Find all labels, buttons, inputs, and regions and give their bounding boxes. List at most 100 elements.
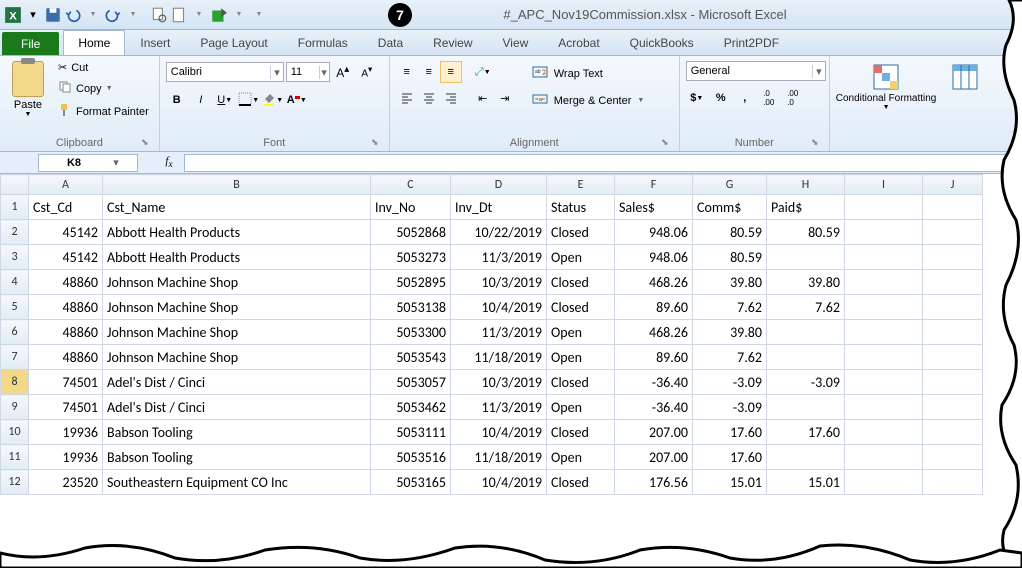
cell[interactable]: 19936 [29,445,103,470]
cell[interactable]: 74501 [29,395,103,420]
new-doc-icon[interactable] [170,6,188,24]
qat-customize-icon[interactable]: ▼ [250,6,268,24]
row-header[interactable]: 2 [1,220,29,245]
grow-font-button[interactable]: A▴ [332,61,354,83]
cell[interactable]: Johnson Machine Shop [103,320,371,345]
tab-insert[interactable]: Insert [125,30,185,55]
cell[interactable]: 5053516 [371,445,451,470]
cell[interactable] [923,470,983,495]
tab-page-layout[interactable]: Page Layout [185,30,282,55]
cell[interactable]: Johnson Machine Shop [103,345,371,370]
print-preview-icon[interactable] [150,6,168,24]
chevron-down-icon[interactable]: ▾ [109,156,123,169]
cell[interactable]: -3.09 [767,370,845,395]
cell[interactable]: Abbott Health Products [103,245,371,270]
cell[interactable]: 5053165 [371,470,451,495]
cell[interactable]: Closed [547,420,615,445]
cell[interactable] [923,320,983,345]
align-right-button[interactable] [440,87,462,109]
decrease-decimal-button[interactable]: .00.0 [782,87,804,109]
chevron-down-icon[interactable]: ▼ [190,6,208,24]
row-header[interactable]: 5 [1,295,29,320]
column-header[interactable]: F [615,175,693,195]
cell[interactable]: 10/3/2019 [451,370,547,395]
cell[interactable]: 23520 [29,470,103,495]
font-size-combo[interactable]: ▾ [286,62,330,82]
cell[interactable]: 17.60 [767,420,845,445]
cell[interactable] [923,445,983,470]
cell[interactable]: Babson Tooling [103,420,371,445]
column-header[interactable]: I [845,175,923,195]
cell[interactable]: 11/18/2019 [451,445,547,470]
fill-color-button[interactable]: ▼ [262,89,284,111]
cell[interactable]: 7.62 [693,345,767,370]
cell[interactable]: Inv_Dt [451,195,547,220]
cell[interactable] [845,220,923,245]
tab-review[interactable]: Review [418,30,487,55]
fx-button[interactable]: fx [158,154,180,172]
cell[interactable] [845,470,923,495]
cell[interactable]: 5053273 [371,245,451,270]
cell[interactable]: Inv_No [371,195,451,220]
cell[interactable] [923,245,983,270]
cell[interactable]: 15.01 [767,470,845,495]
cell[interactable]: 45142 [29,245,103,270]
cell[interactable]: -36.40 [615,370,693,395]
cell[interactable]: 89.60 [615,345,693,370]
cell[interactable]: 11/18/2019 [451,345,547,370]
cell[interactable]: Cst_Name [103,195,371,220]
cell[interactable] [923,220,983,245]
cell[interactable]: Open [547,245,615,270]
cell[interactable] [923,270,983,295]
tab-file[interactable]: File [2,32,59,55]
cell[interactable]: 45142 [29,220,103,245]
cell[interactable]: 17.60 [693,445,767,470]
conditional-formatting-button[interactable]: Conditional Formatting ▼ [836,59,937,151]
save-icon[interactable] [44,6,62,24]
cell[interactable]: -3.09 [693,395,767,420]
cell[interactable]: 39.80 [767,270,845,295]
cell[interactable]: Sales$ [615,195,693,220]
cell[interactable]: 10/3/2019 [451,270,547,295]
cell[interactable] [845,245,923,270]
column-header[interactable]: H [767,175,845,195]
cell[interactable] [845,420,923,445]
cell[interactable]: Johnson Machine Shop [103,295,371,320]
cell[interactable] [923,370,983,395]
chevron-down-icon[interactable]: ▾ [319,66,329,79]
cell[interactable] [767,445,845,470]
cell[interactable]: 10/4/2019 [451,295,547,320]
wrap-text-button[interactable]: abWrap Text [526,61,651,86]
cell[interactable]: 10/22/2019 [451,220,547,245]
column-header[interactable]: B [103,175,371,195]
cell[interactable]: 80.59 [767,220,845,245]
redo-icon[interactable] [104,6,122,24]
export-icon[interactable] [210,6,228,24]
currency-button[interactable]: $▼ [686,87,708,109]
row-header[interactable]: 3 [1,245,29,270]
select-all-cell[interactable] [1,175,29,195]
cell[interactable]: 948.06 [615,220,693,245]
orientation-button[interactable]: ⤢▼ [472,61,494,83]
cell[interactable]: Open [547,395,615,420]
cell[interactable]: 948.06 [615,245,693,270]
cell[interactable]: Closed [547,470,615,495]
name-box-input[interactable] [39,157,109,169]
cell[interactable]: Adel's Dist / Cinci [103,395,371,420]
bold-button[interactable]: B [166,89,188,111]
cell[interactable]: Comm$ [693,195,767,220]
row-header[interactable]: 12 [1,470,29,495]
cell[interactable]: 10/4/2019 [451,420,547,445]
cell[interactable]: Open [547,320,615,345]
cell[interactable]: Open [547,445,615,470]
align-center-button[interactable] [418,87,440,109]
tab-home[interactable]: Home [63,30,125,55]
cell[interactable]: 39.80 [693,270,767,295]
cell[interactable]: 74501 [29,370,103,395]
cell[interactable]: 80.59 [693,220,767,245]
cell[interactable] [845,370,923,395]
row-header[interactable]: 9 [1,395,29,420]
cell[interactable] [923,295,983,320]
tab-view[interactable]: View [488,30,544,55]
cell[interactable]: -36.40 [615,395,693,420]
